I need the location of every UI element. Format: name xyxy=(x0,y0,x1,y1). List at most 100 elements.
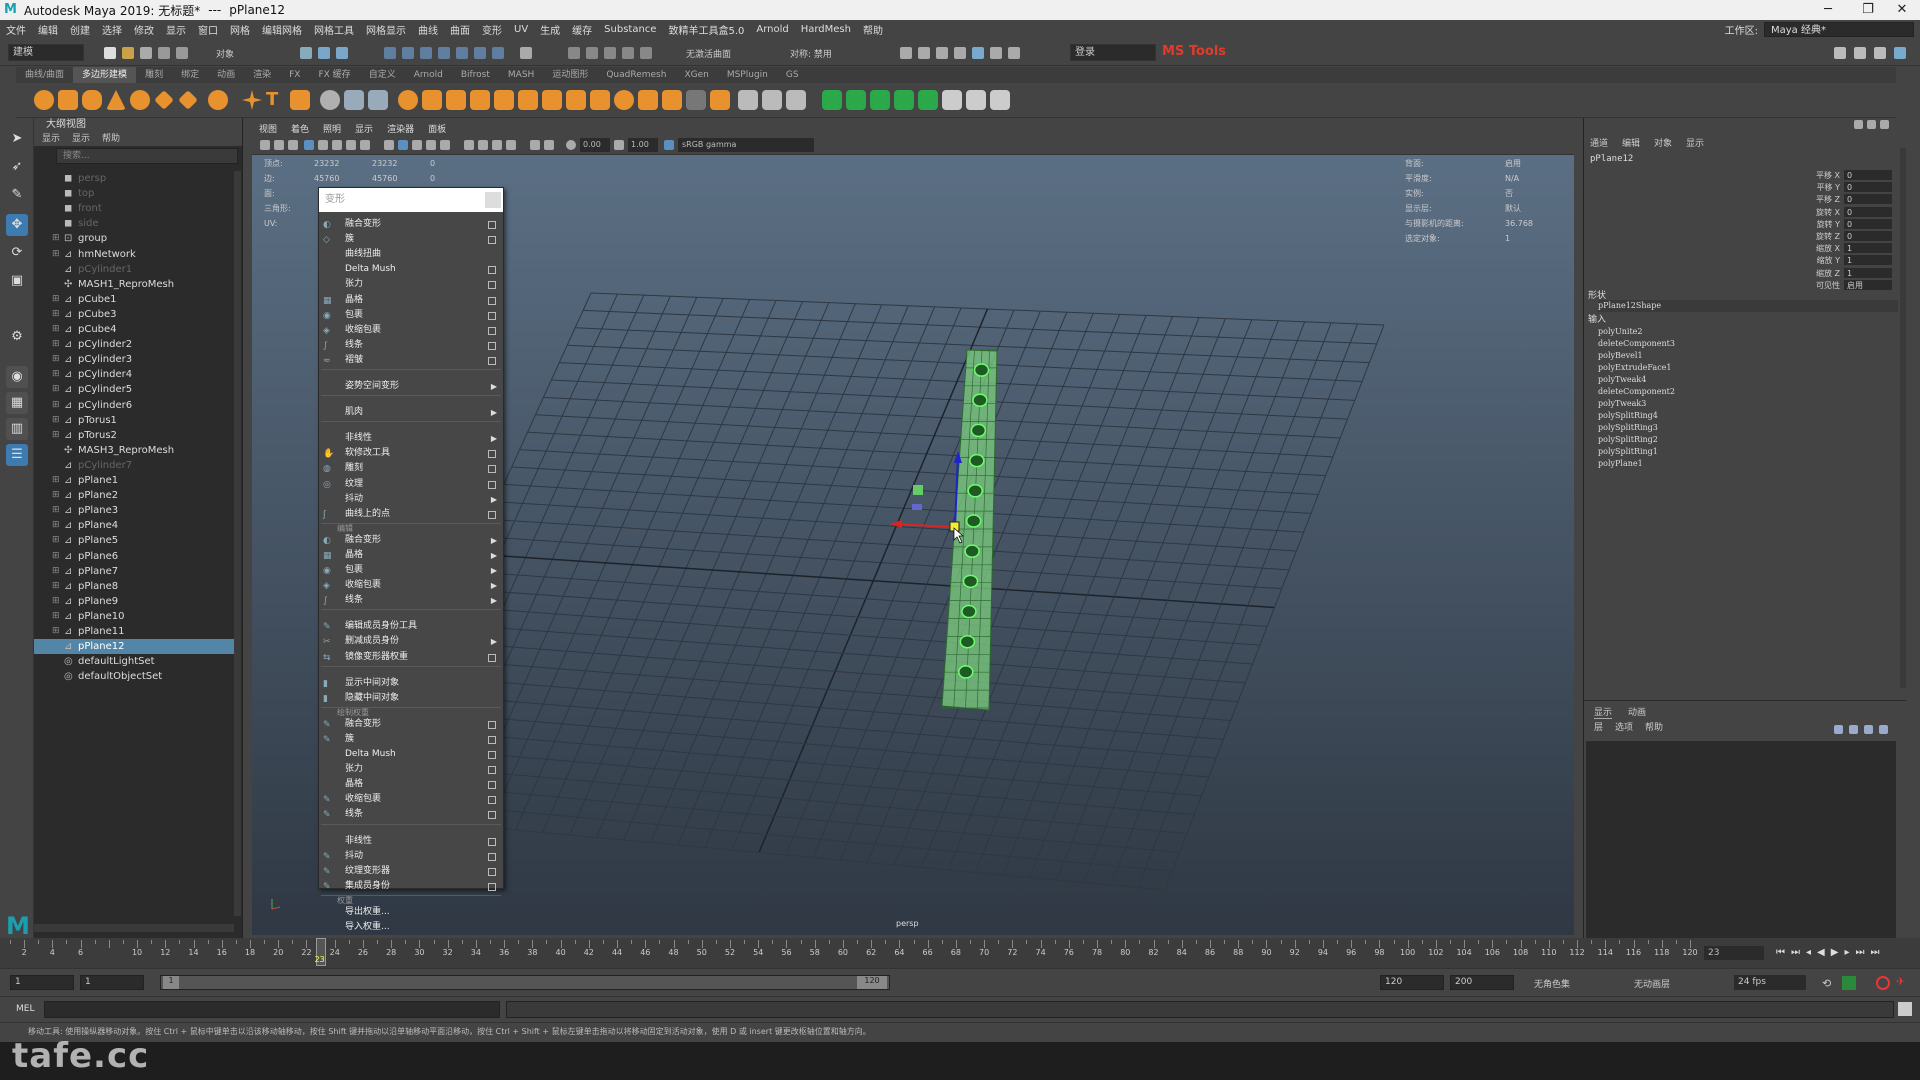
settings-icon[interactable] xyxy=(1880,120,1889,129)
select-tool-icon[interactable]: ➤ xyxy=(6,128,28,150)
input-node[interactable]: polySplitRing3 xyxy=(1598,422,1658,434)
outliner-item[interactable]: ⊞ ⊿ pPlane2 xyxy=(34,488,234,503)
channel-attribute[interactable]: 平移 X 0 xyxy=(1774,170,1892,181)
go-to-start-icon[interactable]: ⏮ xyxy=(1776,947,1785,958)
shelf-tab[interactable]: 自定义 xyxy=(360,67,405,83)
deform-menu-item[interactable]: 姿势空间变形 ▶ xyxy=(319,379,503,394)
super-shape-icon[interactable] xyxy=(242,90,262,110)
menu-modify[interactable]: 修改 xyxy=(128,22,160,37)
deform-menu-item[interactable]: ▮ 隐藏中间对象 xyxy=(319,691,503,706)
option-box-icon[interactable] xyxy=(488,326,496,335)
expand-icon[interactable]: ⊞ xyxy=(52,292,60,307)
exposure-field[interactable]: 0.00 xyxy=(580,138,610,152)
option-box-icon[interactable] xyxy=(488,796,496,805)
playback-end-field[interactable]: 120 xyxy=(1380,975,1444,990)
outliner-item[interactable]: ⊞ ⊿ pCylinder4 xyxy=(34,367,234,382)
poly-sphere-icon[interactable] xyxy=(34,90,54,110)
channel-menu-edit[interactable]: 编辑 xyxy=(1622,136,1640,149)
option-box-icon[interactable] xyxy=(488,852,496,861)
login-dropdown[interactable]: 登录 xyxy=(1070,44,1156,61)
viewport-menu-lighting[interactable]: 照明 xyxy=(316,122,348,135)
deform-menu-item[interactable]: ◈ 收缩包裹 xyxy=(319,323,503,338)
poly-disc-icon[interactable] xyxy=(178,90,198,110)
outliner-menu-item[interactable]: 帮助 xyxy=(102,132,120,146)
shelf-tab[interactable]: XGen xyxy=(675,67,717,83)
current-frame-marker[interactable]: 23 xyxy=(315,938,326,966)
poly-torus-icon[interactable] xyxy=(130,90,150,110)
smooth-shade-icon[interactable] xyxy=(398,140,408,150)
new-layer-selected-icon[interactable] xyxy=(1879,725,1888,734)
shelf-tab[interactable]: 雕刻 xyxy=(136,67,172,83)
selected-vertex[interactable] xyxy=(962,574,979,589)
film-gate-icon[interactable] xyxy=(318,140,328,150)
expand-icon[interactable]: ⊞ xyxy=(52,413,60,428)
select-by-curve-icon[interactable] xyxy=(420,47,432,59)
attribute-editor-icon[interactable] xyxy=(1854,47,1866,59)
outliner-item[interactable]: ◼ side xyxy=(34,216,234,231)
minimize-icon[interactable]: ─ xyxy=(1808,0,1848,20)
viewport-menu-show[interactable]: 显示 xyxy=(348,122,380,135)
deform-menu-item[interactable]: ◎ 纹理 xyxy=(319,477,503,492)
menu-set-dropdown[interactable]: 建模 xyxy=(8,44,84,61)
outliner-item[interactable]: ⊞ ⊿ pCube1 xyxy=(34,292,234,307)
camera-select-icon[interactable] xyxy=(260,140,270,150)
input-node[interactable]: deleteComponent2 xyxy=(1598,386,1675,398)
attribute-value-field[interactable]: 1 xyxy=(1844,255,1892,266)
selected-vertex[interactable] xyxy=(970,423,987,438)
menu-deform[interactable]: 变形 xyxy=(476,22,508,37)
select-by-dynamic-icon[interactable] xyxy=(474,47,486,59)
outliner-search-input[interactable]: 搜索... xyxy=(56,148,238,164)
prefs-icon[interactable]: ✈ xyxy=(1896,975,1905,988)
exposure-icon[interactable] xyxy=(566,140,576,150)
outliner-item[interactable]: ◎ defaultObjectSet xyxy=(34,669,234,684)
uv-editor-icon[interactable] xyxy=(786,90,806,110)
option-box-icon[interactable] xyxy=(488,653,496,662)
select-by-handle-icon[interactable] xyxy=(384,47,396,59)
menu-display[interactable]: 显示 xyxy=(160,22,192,37)
xray-icon[interactable] xyxy=(544,140,554,150)
command-input[interactable] xyxy=(44,1001,500,1018)
channel-attribute[interactable]: 缩放 Z 1 xyxy=(1774,267,1892,279)
expand-icon[interactable]: ⊞ xyxy=(52,594,60,609)
option-box-icon[interactable] xyxy=(488,882,496,891)
menu-select[interactable]: 选择 xyxy=(96,22,128,37)
outliner-item[interactable]: ✣ MASH1_ReproMesh xyxy=(34,277,234,292)
layer-menu-item[interactable]: 层 xyxy=(1594,720,1603,733)
input-node[interactable]: deleteComponent3 xyxy=(1598,338,1675,350)
deform-menu-item[interactable]: ▦ 晶格 ▶ xyxy=(319,548,503,563)
outliner-item[interactable]: ⊿ pCylinder7 xyxy=(34,458,234,473)
gamma-icon[interactable] xyxy=(614,140,624,150)
deform-menu-item[interactable]: ∫ 线条 ▶ xyxy=(319,593,503,608)
deform-menu-item[interactable]: ▦ 晶格 xyxy=(319,293,503,308)
deform-menu-item[interactable]: ◐ 融合变形 xyxy=(319,217,503,232)
expand-icon[interactable]: ⊞ xyxy=(52,564,60,579)
expand-icon[interactable]: ⊞ xyxy=(52,367,60,382)
channel-box-scrollbar[interactable] xyxy=(1900,148,1906,688)
channel-attribute[interactable]: 旋转 X 0 xyxy=(1774,206,1892,218)
component-mode-icon[interactable] xyxy=(336,47,348,59)
selected-vertex[interactable] xyxy=(964,544,980,558)
snap-point-icon[interactable] xyxy=(604,47,616,59)
shelf-tab[interactable]: QuadRemesh xyxy=(597,67,675,83)
deform-menu-item[interactable]: 导入权重... xyxy=(319,920,503,935)
play-backward-icon[interactable]: ◀ xyxy=(1817,947,1825,958)
field-chart-icon[interactable] xyxy=(360,140,370,150)
single-view-icon[interactable]: ◉ xyxy=(6,366,28,388)
outliner-item[interactable]: ⊞ ⊿ pCube3 xyxy=(34,307,234,322)
option-box-icon[interactable] xyxy=(488,281,496,290)
menu-toolbox-plugin[interactable]: 致精羊工具盒5.0 xyxy=(662,22,750,37)
expand-icon[interactable]: ⊞ xyxy=(52,428,60,443)
fps-dropdown[interactable]: 24 fps xyxy=(1734,975,1806,990)
shelf-tab-active[interactable]: 多边形建模 xyxy=(73,67,137,83)
deform-menu-item[interactable]: ◈ 收缩包裹 ▶ xyxy=(319,578,503,593)
select-by-joint-icon[interactable] xyxy=(402,47,414,59)
xy-plane-handle[interactable] xyxy=(912,504,922,510)
bevel-icon[interactable] xyxy=(542,90,562,110)
expand-icon[interactable]: ⊞ xyxy=(52,488,60,503)
grid-toggle-icon[interactable] xyxy=(304,140,314,150)
script-language-label[interactable]: MEL xyxy=(16,1004,34,1014)
deform-menu-item[interactable]: ◉ 包裹 xyxy=(319,308,503,323)
loop-icon[interactable]: ⟲ xyxy=(1822,977,1831,990)
pause-render-icon[interactable] xyxy=(1008,47,1020,59)
default-material-icon[interactable] xyxy=(412,140,422,150)
